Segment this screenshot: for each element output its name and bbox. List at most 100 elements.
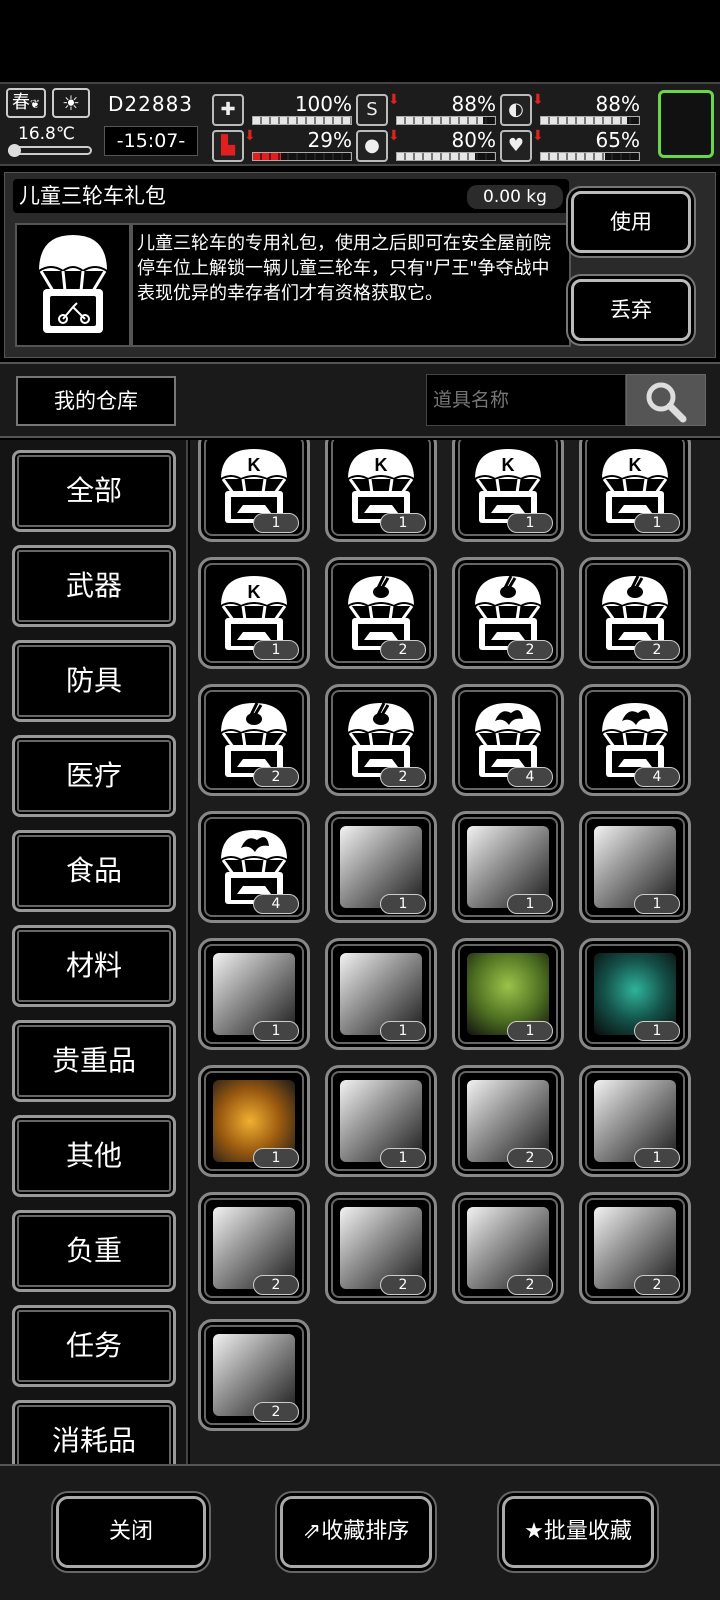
- water-drop-icon: ●: [356, 130, 388, 162]
- batch-favorite-button[interactable]: ★批量收藏: [502, 1496, 654, 1568]
- inventory-slot[interactable]: 4: [198, 811, 310, 923]
- my-warehouse-button[interactable]: 我的仓库: [16, 376, 176, 426]
- gift-crate-icon: [15, 223, 131, 347]
- inventory-slot[interactable]: 1: [452, 811, 564, 923]
- sort-favorites-label: 收藏排序: [321, 1519, 410, 1544]
- stomach-icon: S: [356, 94, 388, 126]
- inventory-slot[interactable]: 2: [452, 1065, 564, 1177]
- item-quantity: 2: [507, 640, 553, 660]
- sort-favorites-button[interactable]: ⇗收藏排序: [280, 1496, 432, 1568]
- thirst-meter: ● ⬇ 80%: [356, 128, 496, 164]
- svg-text:K: K: [629, 455, 642, 475]
- search-icon: [646, 382, 687, 423]
- inventory-slot[interactable]: 1: [579, 811, 691, 923]
- inventory-slot[interactable]: 2: [579, 557, 691, 669]
- category-button[interactable]: 武器: [12, 545, 176, 627]
- item-quantity: 2: [634, 640, 680, 660]
- category-button[interactable]: 消耗品: [12, 1400, 176, 1464]
- category-button[interactable]: 材料: [12, 925, 176, 1007]
- category-button[interactable]: 防具: [12, 640, 176, 722]
- pill-icon: ◐: [500, 94, 532, 126]
- thermometer-icon: [8, 144, 92, 157]
- inventory-slot[interactable]: 2: [325, 1192, 437, 1304]
- item-description: 儿童三轮车的专用礼包，使用之后即可在安全屋前院停车位上解锁一辆儿童三轮车，只有"…: [131, 223, 571, 347]
- category-button[interactable]: 负重: [12, 1210, 176, 1292]
- close-button[interactable]: 关闭: [56, 1496, 206, 1568]
- batch-favorite-label: 批量收藏: [543, 1519, 632, 1544]
- inventory-slot[interactable]: 2: [325, 684, 437, 796]
- inventory-slot[interactable]: K 1: [198, 440, 310, 542]
- item-quantity: 1: [380, 1148, 426, 1168]
- thirst-bar: [396, 152, 496, 161]
- inventory-slot[interactable]: 1: [579, 938, 691, 1050]
- stamina-meter: ◐ ⬇ 88%: [500, 92, 640, 128]
- item-quantity: 2: [634, 1275, 680, 1295]
- item-quantity: 1: [507, 894, 553, 914]
- category-button[interactable]: 医疗: [12, 735, 176, 817]
- item-quantity: 2: [507, 1275, 553, 1295]
- down-arrow-icon: ⬇: [244, 128, 256, 144]
- inventory-slot[interactable]: K 1: [325, 440, 437, 542]
- inventory-slot[interactable]: 2: [579, 1192, 691, 1304]
- inventory-slot[interactable]: 1: [452, 938, 564, 1050]
- category-button[interactable]: 贵重品: [12, 1020, 176, 1102]
- inventory-slot[interactable]: K 1: [579, 440, 691, 542]
- inventory-slot[interactable]: 1: [325, 938, 437, 1050]
- item-quantity: 1: [253, 513, 299, 533]
- item-detail-panel: 儿童三轮车礼包 0.00 kg 儿童三轮车的专用礼包，使用之后即可在安全屋前院停…: [4, 172, 716, 358]
- inventory-slot[interactable]: 4: [579, 684, 691, 796]
- hunger-bar-fill: [397, 117, 484, 124]
- day-counter: D22883: [108, 92, 194, 116]
- season-label: 春: [11, 92, 30, 113]
- hunger-bar: [396, 116, 496, 125]
- inventory-slot[interactable]: 2: [452, 557, 564, 669]
- down-arrow-icon: ⬇: [388, 92, 400, 108]
- inventory-slot[interactable]: 2: [325, 557, 437, 669]
- search-input[interactable]: [426, 374, 626, 426]
- inventory-slot[interactable]: 1: [198, 1065, 310, 1177]
- thirst-bar-fill: [397, 153, 476, 160]
- category-sidebar: 全部武器防具医疗食品材料贵重品其他负重任务消耗品: [0, 440, 188, 1464]
- boot-icon: ▙: [212, 130, 244, 162]
- item-quantity: 4: [253, 894, 299, 914]
- item-quantity: 1: [634, 1148, 680, 1168]
- drop-button[interactable]: 丢弃: [571, 279, 691, 341]
- item-quantity: 1: [507, 1021, 553, 1041]
- stamina-bar: [540, 116, 640, 125]
- medkit-icon: ✚: [212, 94, 244, 126]
- inventory-slot[interactable]: 2: [198, 1319, 310, 1431]
- item-quantity: 4: [507, 767, 553, 787]
- down-arrow-icon: ⬇: [388, 128, 400, 144]
- mood-value: 65%: [595, 128, 640, 152]
- sun-icon: ☀: [52, 88, 90, 118]
- item-quantity: 1: [507, 513, 553, 533]
- category-button[interactable]: 食品: [12, 830, 176, 912]
- inventory-slot[interactable]: 1: [325, 1065, 437, 1177]
- inventory-grid: K 1 K 1 K 1 K 1 K 1 2 2 2 2 2 4 4 4 1 1 …: [190, 440, 720, 1464]
- inventory-slot[interactable]: 1: [579, 1065, 691, 1177]
- category-button[interactable]: 任务: [12, 1305, 176, 1387]
- inventory-slot[interactable]: 1: [198, 938, 310, 1050]
- equipment-slot[interactable]: [658, 90, 714, 158]
- item-quantity: 2: [253, 1402, 299, 1422]
- inventory-slot[interactable]: 2: [198, 1192, 310, 1304]
- item-quantity: 2: [253, 1275, 299, 1295]
- health-value: 100%: [294, 92, 352, 116]
- search-row: 我的仓库: [0, 362, 720, 438]
- inventory-slot[interactable]: 2: [198, 684, 310, 796]
- inventory-slot[interactable]: 1: [325, 811, 437, 923]
- heart-icon: ♥: [500, 130, 532, 162]
- svg-text:K: K: [375, 455, 388, 475]
- category-button[interactable]: 其他: [12, 1115, 176, 1197]
- inventory-slot[interactable]: K 1: [452, 440, 564, 542]
- use-button[interactable]: 使用: [571, 191, 691, 253]
- category-button[interactable]: 全部: [12, 450, 176, 532]
- search-button[interactable]: [626, 374, 706, 426]
- leaf-icon: ❦: [29, 97, 41, 111]
- leg-bar-fill: [253, 153, 282, 160]
- item-quantity: 1: [380, 894, 426, 914]
- inventory-slot[interactable]: K 1: [198, 557, 310, 669]
- swap-arrows-icon: ⇗: [302, 1519, 322, 1544]
- inventory-slot[interactable]: 4: [452, 684, 564, 796]
- inventory-slot[interactable]: 2: [452, 1192, 564, 1304]
